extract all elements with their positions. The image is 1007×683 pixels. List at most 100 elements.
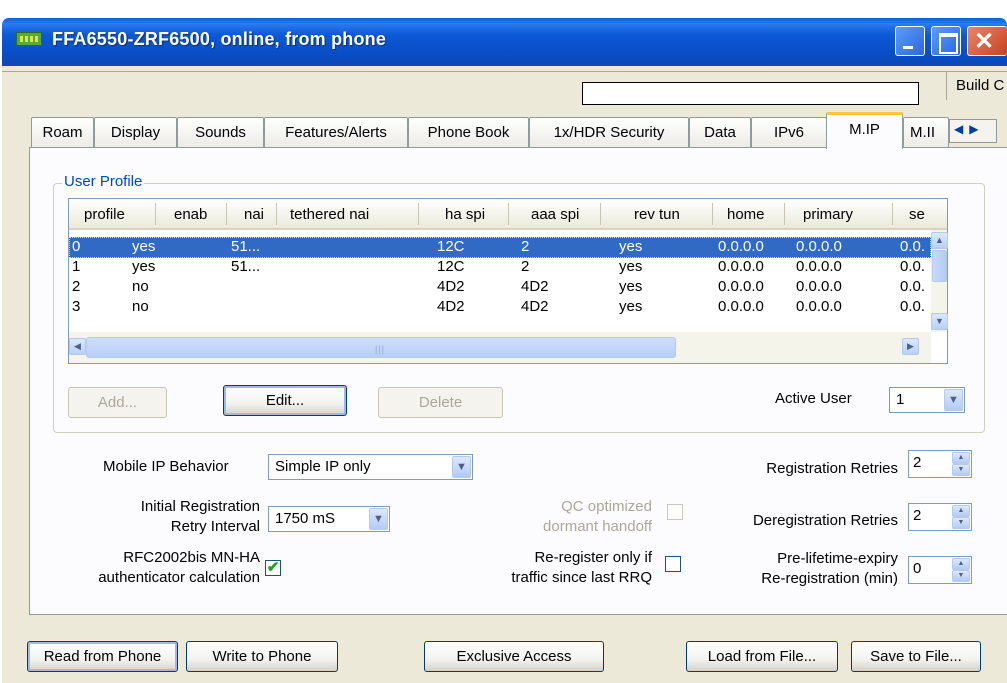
tab-m-ip[interactable]: M.IP (826, 112, 903, 149)
chevron-down-icon[interactable]: ▼ (944, 389, 963, 411)
phone-app-icon (16, 32, 42, 46)
active-user-label: Active User (775, 390, 852, 407)
redacted-box (582, 82, 919, 105)
cell-enab: no (132, 298, 149, 315)
column-header-aaa-spi[interactable]: aaa spi (531, 206, 579, 223)
pre-lifetime-expiry-label-line1: Pre-lifetime-expiry (777, 550, 898, 567)
tab-display[interactable]: Display (94, 117, 177, 147)
column-header-primary[interactable]: primary (803, 206, 853, 223)
pre-lifetime-expiry-value: 0 (913, 560, 922, 577)
window-title: FFA6550-ZRF6500, online, from phone (52, 29, 387, 49)
cell-secondary: 0.0. (900, 258, 926, 275)
chevron-down-icon[interactable]: ▼ (452, 456, 471, 478)
rfc2002bis-label-line1: RFC2002bis MN-HA (123, 549, 260, 566)
scroll-left-icon[interactable]: ◀ (69, 338, 86, 355)
checkmark-icon: ✔ (266, 559, 280, 576)
vertical-scroll-thumb[interactable] (932, 250, 947, 282)
reregister-label-line1: Re-register only if (534, 549, 652, 566)
mobile-ip-behavior-select[interactable]: Simple IP only ▼ (268, 454, 473, 480)
cell-rev-tun: yes (619, 298, 643, 315)
column-separator[interactable] (892, 203, 893, 225)
column-header-rev-tun[interactable]: rev tun (634, 206, 680, 223)
active-user-value: 1 (896, 391, 905, 408)
cell-ha-spi: 4D2 (437, 278, 465, 295)
active-user-select[interactable]: 1 ▼ (889, 387, 965, 413)
maximize-button[interactable] (931, 26, 961, 56)
registration-retries-value: 2 (913, 454, 922, 471)
rfc2002bis-checkbox[interactable]: ✔ (265, 560, 281, 576)
qc-optimized-label-line2: dormant handoff (543, 518, 652, 535)
spin-up-icon[interactable]: ▲ (952, 505, 970, 517)
table-row-2[interactable]: 2 no 4D2 4D2 yes 0.0.0.0 0.0.0.0 0.0. (69, 277, 931, 298)
deregistration-retries-spinner[interactable]: 2 ▲ ▼ (908, 503, 972, 531)
spin-down-icon[interactable]: ▼ (952, 570, 970, 582)
column-separator[interactable] (226, 203, 227, 225)
tab-sounds[interactable]: Sounds (177, 117, 264, 147)
scroll-up-icon[interactable]: ▲ (931, 232, 948, 249)
cell-aaa-spi: 2 (521, 258, 530, 275)
column-separator[interactable] (712, 203, 713, 225)
registration-retries-spinner[interactable]: 2 ▲ ▼ (908, 450, 972, 478)
minimize-button[interactable] (895, 26, 925, 56)
exclusive-access-button[interactable]: Exclusive Access (424, 641, 604, 672)
cell-home: 0.0.0.0 (718, 278, 764, 295)
tab-roam[interactable]: Roam (31, 117, 94, 147)
column-separator[interactable] (276, 203, 277, 225)
column-separator[interactable] (508, 203, 509, 225)
spin-up-icon[interactable]: ▲ (952, 558, 970, 570)
initial-retry-interval-select[interactable]: 1750 mS ▼ (268, 506, 390, 532)
deregistration-retries-label: Deregistration Retries (752, 512, 898, 529)
column-separator[interactable] (600, 203, 601, 225)
table-row-3[interactable]: 3 no 4D2 4D2 yes 0.0.0.0 0.0.0.0 0.0. (69, 297, 931, 318)
save-to-file-button[interactable]: Save to File... (851, 641, 981, 672)
edit-profile-button[interactable]: Edit... (223, 385, 347, 416)
close-button[interactable]: ✕ (967, 26, 1007, 56)
scroll-down-icon[interactable]: ▼ (931, 313, 948, 330)
column-header-profile[interactable]: profile (84, 206, 125, 223)
spin-down-icon[interactable]: ▼ (952, 464, 970, 476)
reregister-checkbox[interactable] (665, 556, 681, 572)
cell-home: 0.0.0.0 (718, 298, 764, 315)
pre-lifetime-expiry-label-line2: Re-registration (min) (761, 570, 898, 587)
user-profile-group-label: User Profile (62, 173, 145, 190)
chevron-down-icon[interactable]: ▼ (369, 508, 388, 530)
tab-scroll-arrows[interactable]: ◀▶ (949, 119, 997, 143)
add-profile-button[interactable]: Add... (68, 387, 167, 418)
column-separator[interactable] (155, 203, 156, 225)
initial-registration-label: Initial Registration (140, 498, 260, 515)
column-header-enab[interactable]: enab (174, 206, 207, 223)
tab-data[interactable]: Data (689, 117, 751, 147)
cell-secondary: 0.0. (900, 278, 926, 295)
column-header-secondary[interactable]: se (909, 206, 925, 223)
column-header-ha-spi[interactable]: ha spi (445, 206, 485, 223)
column-header-home[interactable]: home (727, 206, 765, 223)
column-separator[interactable] (784, 203, 785, 225)
mobile-ip-behavior-label: Mobile IP Behavior (103, 458, 229, 475)
registration-retries-label: Registration Retries (766, 460, 898, 477)
scroll-grip-icon: ||| (375, 344, 386, 354)
delete-profile-button[interactable]: Delete (378, 387, 503, 418)
scroll-right-icon[interactable]: ▶ (902, 338, 919, 355)
tab-features-alerts[interactable]: Features/Alerts (264, 117, 408, 147)
write-to-phone-button[interactable]: Write to Phone (186, 641, 338, 672)
spin-down-icon[interactable]: ▼ (952, 517, 970, 529)
tab-m-ii[interactable]: M.II (903, 117, 949, 147)
column-header-tethered-nai[interactable]: tethered nai (290, 206, 369, 223)
spin-up-icon[interactable]: ▲ (952, 452, 970, 464)
table-row-1[interactable]: 1 yes 51... 12C 2 yes 0.0.0.0 0.0.0.0 0.… (69, 257, 931, 278)
tab-ipv6[interactable]: IPv6 (751, 117, 827, 147)
tab-1x-hdr-security[interactable]: 1x/HDR Security (529, 117, 689, 147)
column-separator[interactable] (418, 203, 419, 225)
qc-optimized-checkbox[interactable] (667, 504, 683, 520)
cell-enab: no (132, 278, 149, 295)
load-from-file-button[interactable]: Load from File... (686, 641, 838, 672)
close-icon: ✕ (974, 28, 995, 55)
build-label: Build C (956, 77, 1005, 94)
deregistration-retries-value: 2 (913, 507, 922, 524)
tab-phone-book[interactable]: Phone Book (408, 117, 529, 147)
pre-lifetime-expiry-spinner[interactable]: 0 ▲ ▼ (908, 556, 972, 584)
cell-profile: 2 (72, 278, 81, 295)
read-from-phone-button[interactable]: Read from Phone (27, 641, 178, 672)
column-header-nai[interactable]: nai (244, 206, 264, 223)
cell-aaa-spi: 4D2 (521, 298, 549, 315)
